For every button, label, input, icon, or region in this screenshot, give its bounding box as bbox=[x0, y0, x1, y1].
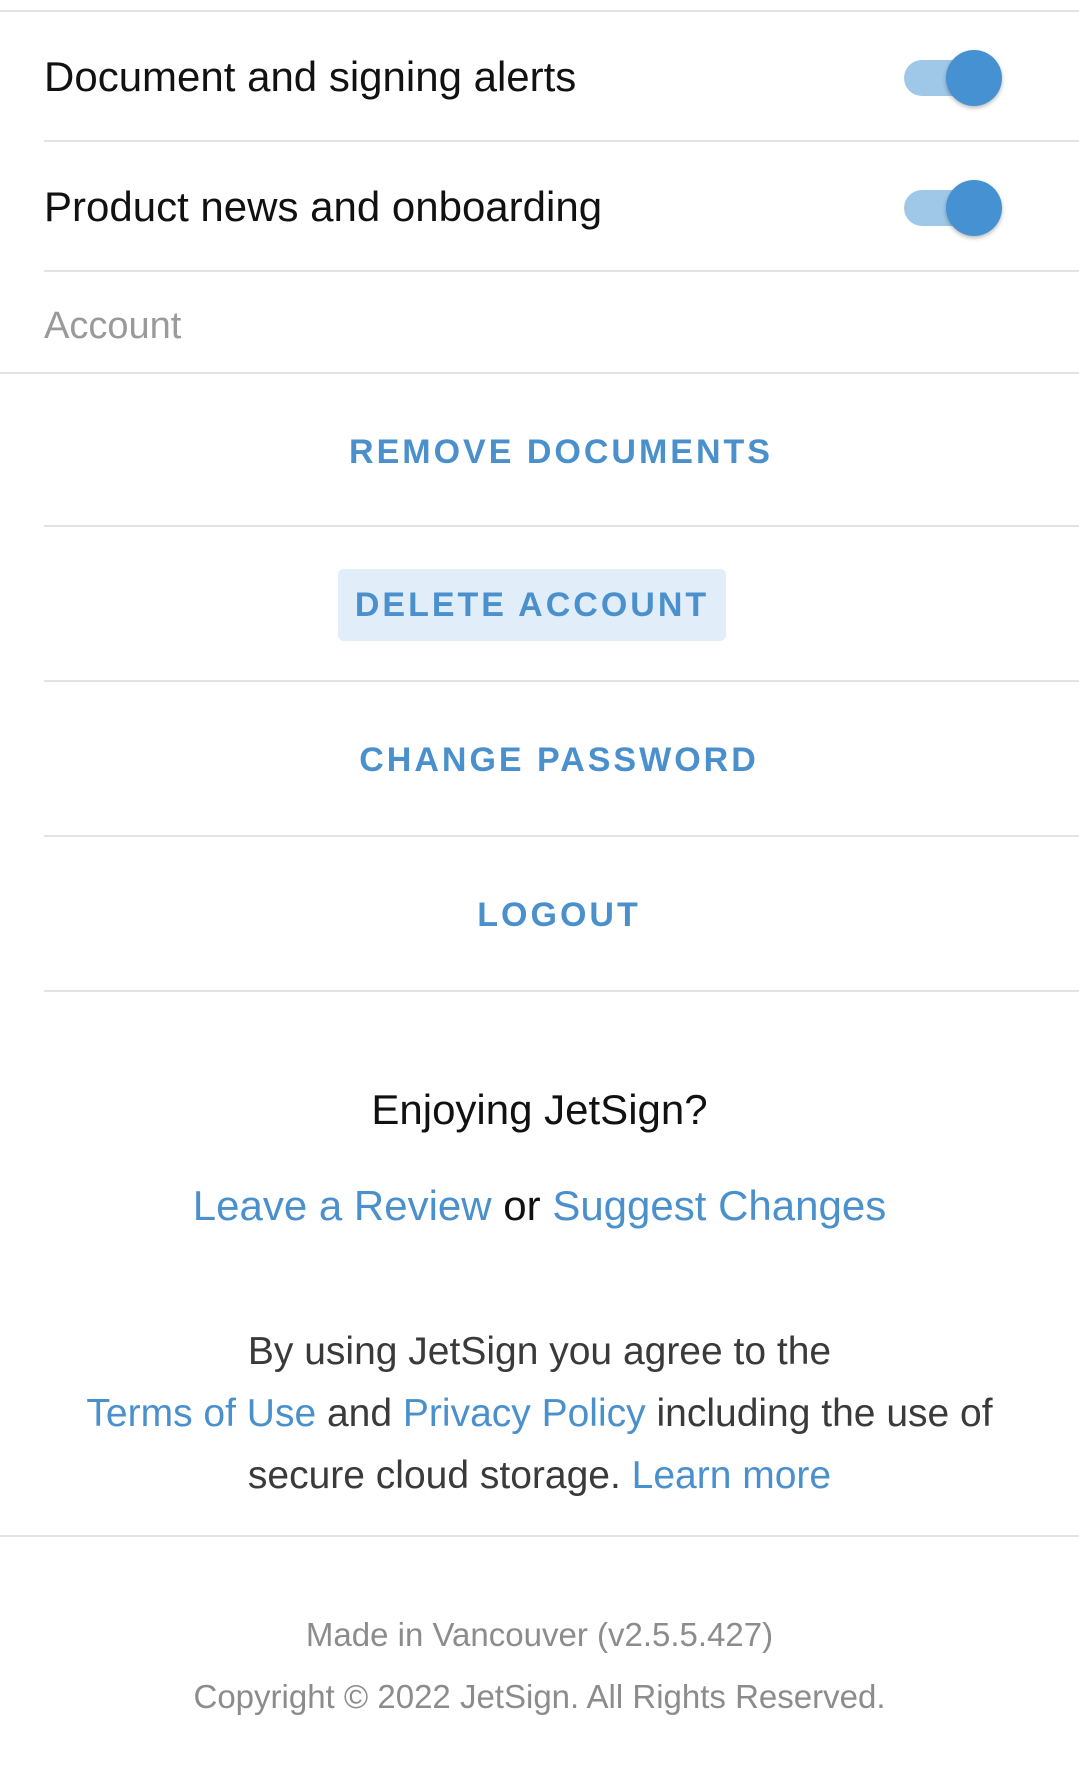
switch-knob bbox=[946, 180, 1002, 236]
legal-and-text: and bbox=[326, 1392, 393, 1435]
leave-review-link[interactable]: Leave a Review bbox=[193, 1182, 492, 1229]
copyright-text: Copyright © 2022 JetSign. All Rights Res… bbox=[193, 1678, 886, 1715]
legal-line-1: By using JetSign you agree to the bbox=[0, 1321, 1079, 1383]
legal-notice: By using JetSign you agree to the Terms … bbox=[0, 1321, 1079, 1507]
enjoying-jetsign-heading: Enjoying JetSign? bbox=[371, 1086, 708, 1133]
footer-divider bbox=[0, 1535, 1079, 1537]
toggle-label-product-news: Product news and onboarding bbox=[44, 183, 603, 230]
action-row-logout: LOGOUT bbox=[44, 837, 1079, 993]
document-alerts-switch[interactable] bbox=[900, 50, 1004, 106]
made-in-vancouver-text: Made in Vancouver (v2.5.5.427) bbox=[305, 1616, 774, 1653]
logout-button[interactable]: LOGOUT bbox=[444, 879, 674, 951]
action-row-delete-account: DELETE ACCOUNT bbox=[44, 527, 1079, 683]
toggle-label-document-alerts: Document and signing alerts bbox=[44, 53, 577, 100]
suggest-changes-link[interactable]: Suggest Changes bbox=[552, 1182, 886, 1229]
switch-knob bbox=[946, 50, 1002, 106]
remove-documents-button[interactable]: REMOVE DOCUMENTS bbox=[324, 416, 798, 488]
learn-more-link[interactable]: Learn more bbox=[632, 1454, 831, 1497]
change-password-button[interactable]: CHANGE PASSWORD bbox=[330, 724, 788, 796]
toggle-row-product-news: Product news and onboarding bbox=[0, 142, 1079, 272]
divider bbox=[44, 270, 1079, 272]
feedback-links: Leave a Review or Suggest Changes bbox=[0, 1176, 1079, 1236]
settings-page: Document and signing alerts Product news… bbox=[0, 0, 1079, 1770]
privacy-policy-link[interactable]: Privacy Policy bbox=[403, 1392, 646, 1435]
feedback-connector: or bbox=[503, 1182, 541, 1229]
legal-intro-text: By using JetSign you agree to the bbox=[247, 1330, 832, 1373]
action-row-change-password: CHANGE PASSWORD bbox=[44, 682, 1079, 838]
product-news-switch[interactable] bbox=[900, 180, 1004, 236]
terms-of-use-link[interactable]: Terms of Use bbox=[86, 1392, 316, 1435]
action-row-remove-documents: REMOVE DOCUMENTS bbox=[44, 374, 1079, 530]
account-section-header: Account bbox=[44, 305, 182, 347]
legal-line-2: Terms of Use and Privacy Policy includin… bbox=[0, 1383, 1079, 1445]
legal-line-3: secure cloud storage. Learn more bbox=[0, 1445, 1079, 1507]
legal-line2-suffix: including the use of bbox=[656, 1392, 993, 1435]
delete-account-button[interactable]: DELETE ACCOUNT bbox=[338, 569, 726, 641]
legal-line3-prefix: secure cloud storage. bbox=[247, 1454, 621, 1497]
footer: Made in Vancouver (v2.5.5.427) Copyright… bbox=[0, 1604, 1079, 1728]
divider bbox=[44, 990, 1079, 992]
toggle-row-document-alerts: Document and signing alerts bbox=[0, 12, 1079, 142]
